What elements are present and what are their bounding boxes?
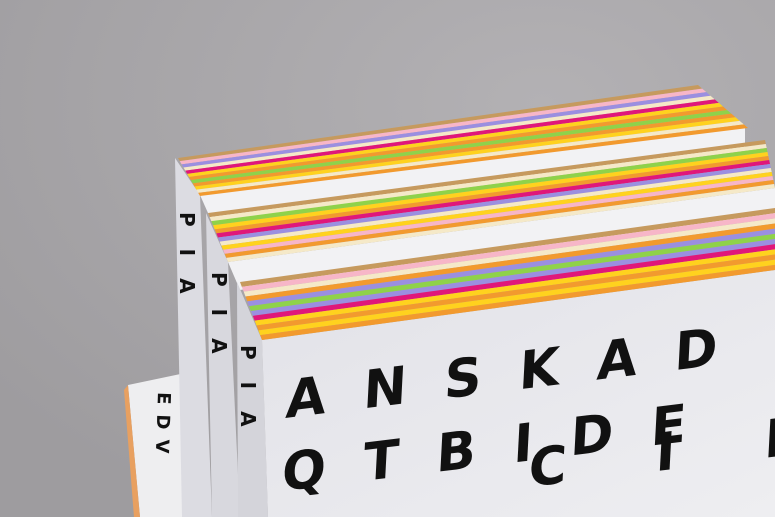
spine-letters-middle: PIA [207,272,231,376]
spine-letters-front: PIA [236,345,260,449]
spine-letters-back: PIA [175,212,199,316]
book-photo: EDV PIA PIA PIA ANSKAD QTBIDE CIF [0,0,775,517]
small-book-letters: EDV [151,392,174,464]
